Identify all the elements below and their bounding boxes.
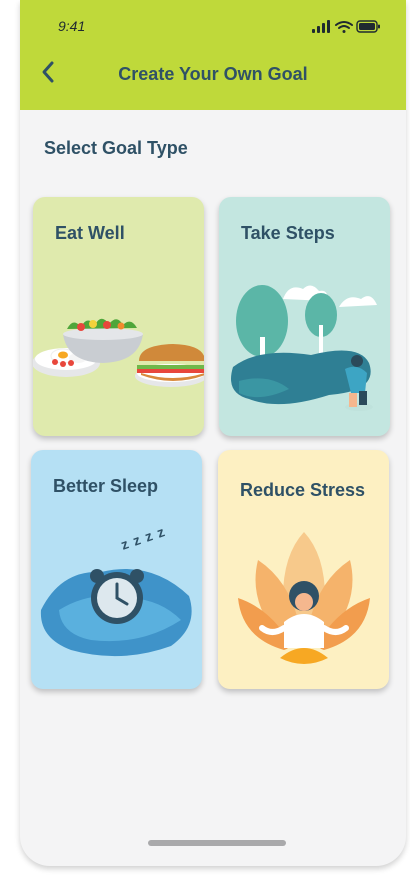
svg-text:z: z xyxy=(155,523,167,540)
food-plates-icon xyxy=(33,318,204,387)
home-indicator[interactable] xyxy=(148,840,286,846)
phone-screen: 9:41 Create Your Own Goal Select Goal Ty… xyxy=(20,0,406,866)
section-title: Select Goal Type xyxy=(44,138,188,158)
battery-icon xyxy=(356,20,380,33)
wifi-icon xyxy=(335,21,353,33)
page-title: Create Your Own Goal xyxy=(118,64,308,84)
goal-card-eat-well[interactable]: Eat Well xyxy=(33,197,204,436)
svg-text:z: z xyxy=(143,527,155,544)
status-icons xyxy=(312,20,380,33)
goal-card-better-sleep[interactable]: Better Sleep z z z z xyxy=(31,450,202,689)
meditation-lotus-icon xyxy=(238,532,370,664)
app-header: 9:41 Create Your Own Goal xyxy=(20,0,406,110)
walking-park-icon xyxy=(231,285,377,411)
status-time: 9:41 xyxy=(58,18,86,34)
alarm-clock-pillow-icon: z z z z xyxy=(40,523,192,657)
goal-card-take-steps[interactable]: Take Steps xyxy=(219,197,390,436)
signal-icon xyxy=(312,20,330,33)
svg-text:z: z xyxy=(119,535,131,552)
goal-card-reduce-stress[interactable]: Reduce Stress xyxy=(218,450,389,689)
svg-text:z: z xyxy=(131,531,143,548)
